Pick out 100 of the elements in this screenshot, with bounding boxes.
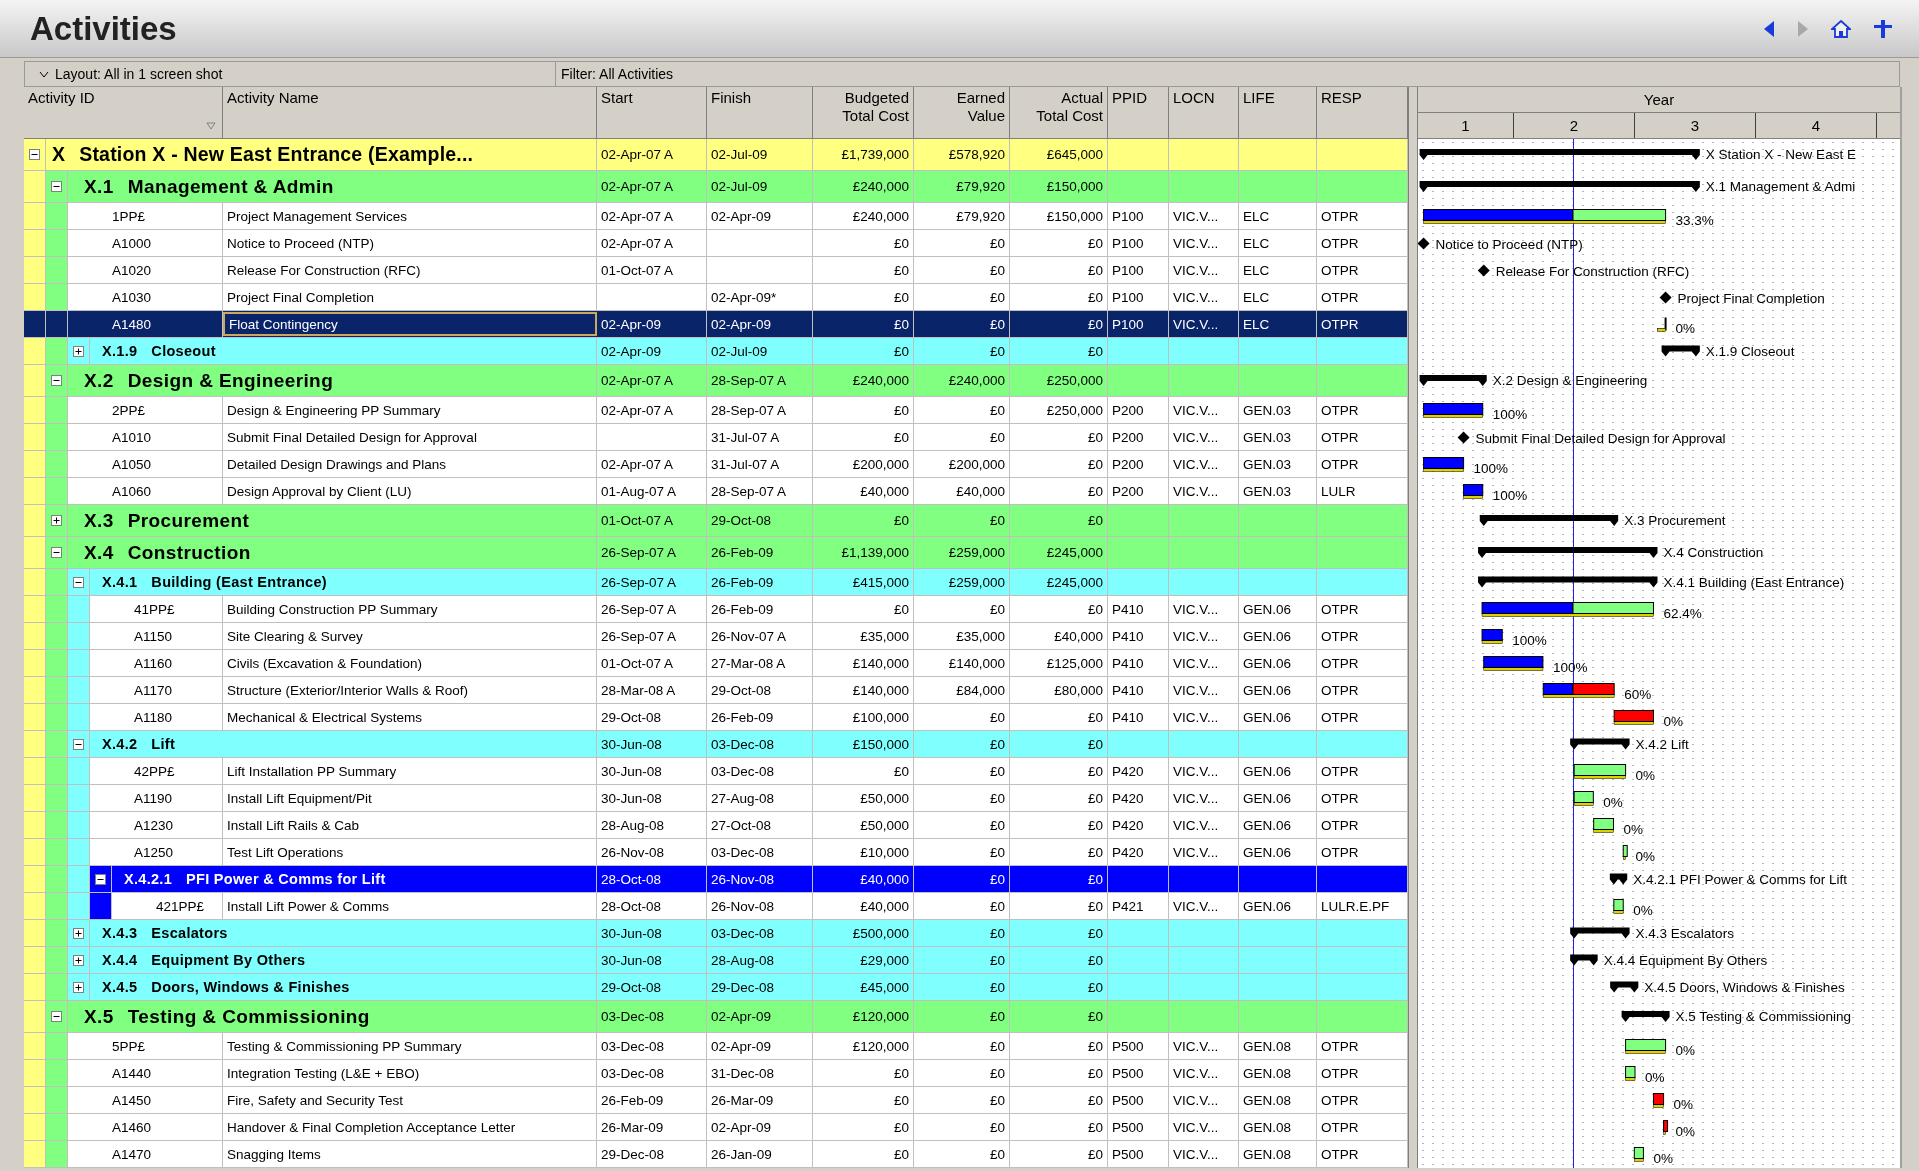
table-cell: Lift Installation PP Summary [223, 758, 597, 784]
activity-row[interactable]: A1000 Notice to Proceed (NTP) 02-Apr-07 A £0 £0 £0 P100 VIC.V... ELC OTPR [24, 230, 1408, 257]
expand-toggle[interactable] [29, 149, 40, 160]
activity-row[interactable]: A1250 Test Lift Operations 26-Nov-08 03-Dec-08 £10,000 £0 £0 P420 VIC.V... GEN.06 OTPR [24, 839, 1408, 866]
outline-band [24, 839, 46, 865]
arrow-left-icon[interactable] [1763, 19, 1775, 38]
table-cell: 26-Nov-08 [707, 866, 813, 892]
table-cell: £0 [914, 758, 1010, 784]
column-header[interactable]: PPID [1108, 87, 1169, 138]
wbs-name: PFI Power & Comms for Lift [186, 871, 386, 887]
table-cell: GEN.08 [1239, 1114, 1317, 1140]
table-cell: 03-Dec-08 [707, 758, 813, 784]
outline-band [46, 623, 68, 649]
activity-row[interactable]: 421PP£ Install Lift Power & Comms 28-Oct-08 26-Nov-08 £40,000 £0 £0 P421 VIC.V... GEN.06 LULR.E.PF [24, 893, 1408, 920]
activity-row[interactable]: 1PP£ Project Management Services 02-Apr-07 A 02-Apr-09 £240,000 £79,920 £150,000 P100 VIC.V... ELC OTPR [24, 203, 1408, 230]
activity-row[interactable]: 41PP£ Building Construction PP Summary 26-Sep-07 A 26-Feb-09 £0 £0 £0 P410 VIC.V... GEN.06 OTPR [24, 596, 1408, 623]
table-cell: £40,000 [813, 893, 914, 919]
home-icon[interactable] [1831, 19, 1851, 38]
column-header[interactable]: Start [597, 87, 707, 138]
activity-row[interactable]: A1170 Structure (Exterior/Interior Walls & Roof) 28-Mar-08 A 29-Oct-08 £140,000 £84,000 £80,000 P410 VIC.V... GEN.06 OTPR [24, 677, 1408, 704]
wbs-row[interactable]: X.1.9 Closeout 02-Apr-09 02-Jul-09 £0 £0 £0 [24, 338, 1408, 365]
activity-row[interactable]: A1180 Mechanical & Electrical Systems 29-Oct-08 26-Feb-09 £100,000 £0 £0 P410 VIC.V... GEN.06 OTPR [24, 704, 1408, 731]
activity-row[interactable]: A1010 Submit Final Detailed Design for Approval 31-Jul-07 A £0 £0 £0 P200 VIC.V... GEN.03 OTPR [24, 424, 1408, 451]
activity-row[interactable]: A1050 Detailed Design Drawings and Plans 02-Apr-07 A 31-Jul-07 A £200,000 £200,000 £0 P200 VIC.V... GEN.03 OTPR [24, 451, 1408, 478]
bar-label: 0% [1675, 320, 1696, 336]
column-header[interactable]: LOCN [1169, 87, 1239, 138]
table-cell: Site Clearing & Survey [223, 623, 597, 649]
activity-row[interactable]: A1230 Install Lift Rails & Cab 28-Aug-08 27-Oct-08 £50,000 £0 £0 P420 VIC.V... GEN.06 OTPR [24, 812, 1408, 839]
expand-toggle[interactable] [51, 1011, 62, 1022]
expand-toggle[interactable] [51, 547, 62, 558]
table-cell: 02-Apr-07 A [597, 397, 707, 423]
wbs-row[interactable]: X.1 Management & Admin 02-Apr-07 A 02-Jul-09 £240,000 £79,920 £150,000 [24, 171, 1408, 203]
expand-toggle[interactable] [73, 345, 84, 357]
table-cell: £0 [1010, 451, 1108, 477]
column-header[interactable]: LIFE [1239, 87, 1317, 138]
wbs-row[interactable]: X.4 Construction 26-Sep-07 A 26-Feb-09 £1,139,000 £259,000 £245,000 [24, 537, 1408, 569]
wbs-row[interactable]: X.5 Testing & Commissioning 03-Dec-08 02-Apr-09 £120,000 £0 £0 [24, 1001, 1408, 1033]
expand-toggle[interactable] [73, 981, 84, 993]
activity-row[interactable]: A1030 Project Final Completion 02-Apr-09* £0 £0 £0 P100 VIC.V... ELC OTPR [24, 284, 1408, 311]
expand-toggle[interactable] [73, 738, 84, 750]
table-cell: 01-Oct-07 A [597, 650, 707, 676]
expand-toggle[interactable] [95, 873, 106, 885]
activity-row[interactable]: A1480 Float Contingency 02-Apr-09 02-Apr-09 £0 £0 £0 P100 VIC.V... ELC OTPR [24, 311, 1408, 338]
outline-band [46, 569, 68, 595]
activity-row[interactable]: 2PP£ Design & Engineering PP Summary 02-Apr-07 A 28-Sep-07 A £0 £0 £250,000 P200 VIC.V... GEN.03 OTPR [24, 397, 1408, 424]
wbs-row[interactable]: X.2 Design & Engineering 02-Apr-07 A 28-Sep-07 A £240,000 £240,000 £250,000 [24, 365, 1408, 397]
table-cell: VIC.V... [1169, 785, 1239, 811]
expand-toggle[interactable] [51, 375, 62, 386]
column-header[interactable]: Activity ID [24, 87, 223, 138]
wbs-row[interactable]: X.3 Procurement 01-Oct-07 A 29-Oct-08 £0 £0 £0 [24, 505, 1408, 537]
column-header[interactable]: Earned Value [914, 87, 1010, 138]
wbs-row[interactable]: X.4.1 Building (East Entrance) 26-Sep-07 A 26-Feb-09 £415,000 £259,000 £245,000 [24, 569, 1408, 596]
wbs-row[interactable]: X.4.2.1 PFI Power & Comms for Lift 28-Oct-08 26-Nov-08 £40,000 £0 £0 [24, 866, 1408, 893]
layout-dropdown[interactable]: Layout: All in 1 screen shot [25, 62, 556, 86]
bar-label: 0% [1673, 1096, 1694, 1112]
table-cell: P100 [1108, 311, 1169, 337]
table-cell: £0 [914, 505, 1010, 536]
activity-row[interactable]: 42PP£ Lift Installation PP Summary 30-Jun-08 03-Dec-08 £0 £0 £0 P420 VIC.V... GEN.06 OTPR [24, 758, 1408, 785]
expand-toggle[interactable] [73, 927, 84, 939]
table-cell: £0 [813, 230, 914, 256]
expand-toggle[interactable] [51, 515, 62, 526]
table-cell: £240,000 [813, 365, 914, 396]
activity-row[interactable]: A1060 Design Approval by Client (LU) 01-Aug-07 A 28-Sep-07 A £40,000 £40,000 £0 P200 VIC.V... GEN.03 LULR [24, 478, 1408, 505]
activity-row[interactable]: A1450 Fire, Safety and Security Test 26-Feb-09 26-Mar-09 £0 £0 £0 P500 VIC.V... GEN.08 OTPR [24, 1087, 1408, 1114]
table-cell: 02-Apr-07 A [597, 451, 707, 477]
table-cell: 02-Apr-07 A [597, 171, 707, 202]
table-cell: VIC.V... [1169, 758, 1239, 784]
table-cell: £0 [1010, 1114, 1108, 1140]
summary-bar [1661, 345, 1700, 357]
activity-row[interactable]: A1460 Handover & Final Completion Acceptance Letter 26-Mar-09 02-Apr-09 £0 £0 £0 P500 VIC.V... GEN.08 OTPR [24, 1114, 1408, 1141]
table-cell: £140,000 [914, 650, 1010, 676]
wbs-row[interactable]: X.4.4 Equipment By Others 30-Jun-08 28-Aug-08 £29,000 £0 £0 [24, 947, 1408, 974]
table-cell: £0 [914, 338, 1010, 364]
table-cell: GEN.06 [1239, 677, 1317, 703]
column-header[interactable]: Activity Name [223, 87, 597, 138]
activity-row[interactable]: A1020 Release For Construction (RFC) 01-Oct-07 A £0 £0 £0 P100 VIC.V... ELC OTPR [24, 257, 1408, 284]
activity-row[interactable]: A1470 Snagging Items 29-Dec-08 26-Jan-09 £0 £0 £0 P500 VIC.V... GEN.08 OTPR [24, 1141, 1408, 1168]
column-header[interactable]: Finish [707, 87, 813, 138]
wbs-row[interactable]: X.4.2 Lift 30-Jun-08 03-Dec-08 £150,000 £0 £0 [24, 731, 1408, 758]
table-cell: £0 [813, 1114, 914, 1140]
activity-row[interactable]: A1150 Site Clearing & Survey 26-Sep-07 A 26-Nov-07 A £35,000 £35,000 £40,000 P410 VIC.V... GEN.06 OTPR [24, 623, 1408, 650]
table-cell: £0 [1010, 1087, 1108, 1113]
activity-row[interactable]: A1190 Install Lift Equipment/Pit 30-Jun-08 27-Aug-08 £50,000 £0 £0 P420 VIC.V... GEN.06 OTPR [24, 785, 1408, 812]
expand-toggle[interactable] [73, 954, 84, 966]
wbs-row[interactable]: X.4.3 Escalators 30-Jun-08 03-Dec-08 £500,000 £0 £0 [24, 920, 1408, 947]
task-bar [1423, 403, 1484, 418]
expand-toggle[interactable] [51, 181, 62, 192]
column-header[interactable]: Budgeted Total Cost [813, 87, 914, 138]
table-cell: A1190 [90, 785, 223, 811]
column-header[interactable]: Actual Total Cost [1010, 87, 1108, 138]
activity-row[interactable]: A1160 Civils (Excavation & Foundation) 01-Oct-07 A 27-Mar-08 A £140,000 £140,000 £125,000 P410 VIC.V... GEN.06 OTPR [24, 650, 1408, 677]
expand-toggle[interactable] [73, 576, 84, 588]
activity-row[interactable]: A1440 Integration Testing (L&E + EBO) 03-Dec-08 31-Dec-08 £0 £0 £0 P500 VIC.V... GEN.08 OTPR [24, 1060, 1408, 1087]
wbs-row[interactable]: X.4.5 Doors, Windows & Finishes 29-Oct-08 29-Dec-08 £45,000 £0 £0 [24, 974, 1408, 1001]
activity-row[interactable]: 5PP£ Testing & Commissioning PP Summary 03-Dec-08 02-Apr-09 £120,000 £0 £0 P500 VIC.V... GEN.08 OTPR [24, 1033, 1408, 1060]
splitter[interactable] [1408, 87, 1418, 1168]
table-cell: £0 [1010, 257, 1108, 283]
wbs-row[interactable]: X Station X - New East Entrance (Example... 02-Apr-07 A 02-Jul-09 £1,739,000 £578,920 £645,000 [24, 139, 1408, 171]
summary-bar [1419, 375, 1487, 386]
table-cell: 27-Mar-08 A [707, 650, 813, 676]
